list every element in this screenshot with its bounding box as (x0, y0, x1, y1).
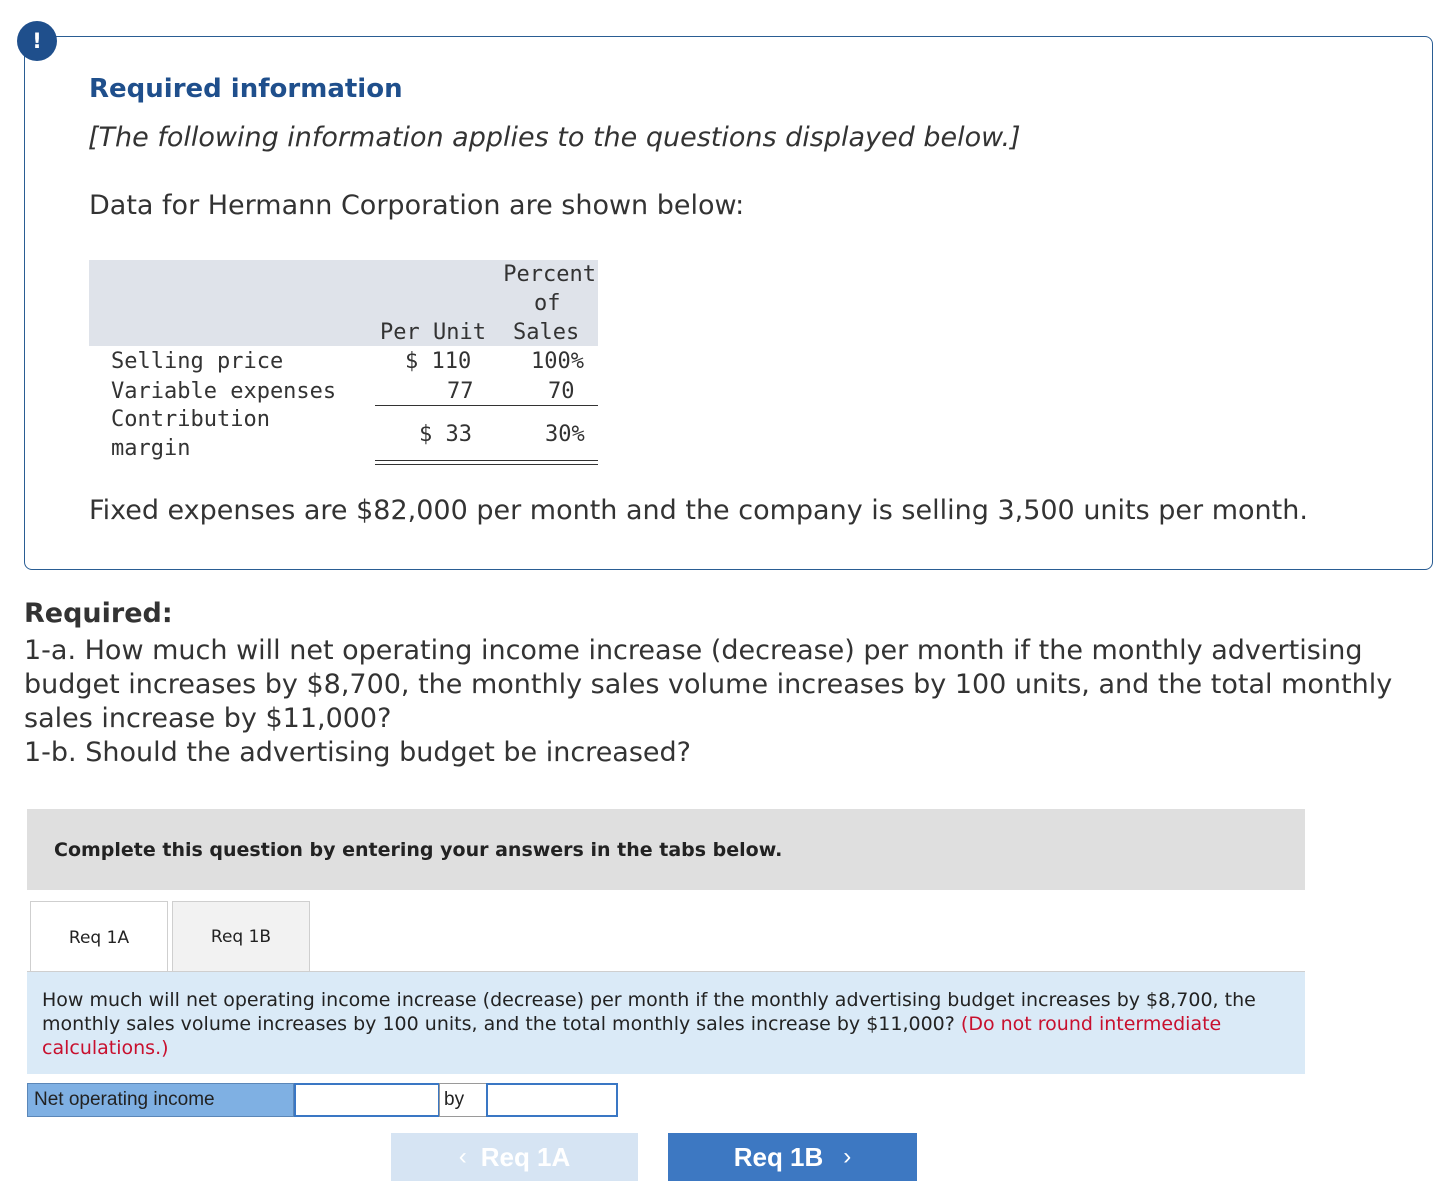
required-information-note: [The following information applies to th… (88, 122, 1021, 153)
header-percent-line2: of (534, 291, 561, 316)
required-questions: 1-a. How much will net operating income … (24, 634, 1434, 770)
chevron-right-icon: › (843, 1143, 852, 1170)
prev-button-label: Req 1A (480, 1141, 571, 1172)
increase-decrease-select[interactable] (294, 1083, 440, 1117)
alert-icon: ! (17, 21, 57, 61)
data-intro-text: Data for Hermann Corporation are shown b… (89, 190, 745, 221)
question-panel: How much will net operating income incre… (27, 972, 1305, 1074)
fixed-expenses-text: Fixed expenses are $82,000 per month and… (89, 495, 1308, 526)
row-percent-selling-price: 100% (531, 349, 584, 374)
row-per-unit-variable-expenses: 77 (447, 379, 474, 404)
chevron-left-icon: ‹ (458, 1143, 467, 1170)
required-question-1a: 1-a. How much will net operating income … (24, 635, 1393, 734)
header-percent-line3: Sales (513, 320, 580, 345)
header-percent-line1: Percent (503, 262, 596, 287)
prev-req-1a-button[interactable]: ‹ Req 1A (391, 1133, 638, 1181)
row-per-unit-contribution-margin: $ 33 (419, 422, 472, 447)
total-double-rule-bottom (375, 464, 598, 465)
by-label: by (439, 1083, 487, 1117)
next-button-label: Req 1B (733, 1141, 824, 1172)
row-label-contribution-margin-line1: Contribution (111, 407, 270, 432)
question-text: How much will net operating income incre… (42, 988, 1277, 1060)
total-double-rule-top (375, 460, 598, 461)
instruction-text: Complete this question by entering your … (54, 839, 783, 861)
row-label-selling-price: Selling price (111, 349, 284, 374)
net-operating-income-label: Net operating income (27, 1083, 294, 1117)
row-percent-variable-expenses: 70 (548, 379, 575, 404)
cost-data-table: Percent of Per Unit Sales Selling price … (89, 260, 598, 470)
tab-req-1a[interactable]: Req 1A (30, 901, 168, 973)
row-label-contribution-margin-line2: margin (111, 436, 191, 461)
tab-req-1b[interactable]: Req 1B (172, 901, 310, 972)
row-label-variable-expenses: Variable expenses (111, 379, 337, 404)
next-req-1b-button[interactable]: Req 1B › (668, 1133, 917, 1181)
row-percent-contribution-margin: 30% (545, 422, 585, 447)
header-per-unit: Per Unit (380, 320, 486, 345)
required-question-1b: 1-b. Should the advertising budget be in… (24, 737, 691, 768)
required-information-title: Required information (89, 74, 403, 104)
required-title: Required: (24, 598, 173, 629)
instruction-bar: Complete this question by entering your … (27, 809, 1305, 890)
row-per-unit-selling-price: $ 110 (405, 349, 472, 374)
amount-input[interactable] (486, 1083, 618, 1117)
subtotal-rule (375, 405, 598, 406)
